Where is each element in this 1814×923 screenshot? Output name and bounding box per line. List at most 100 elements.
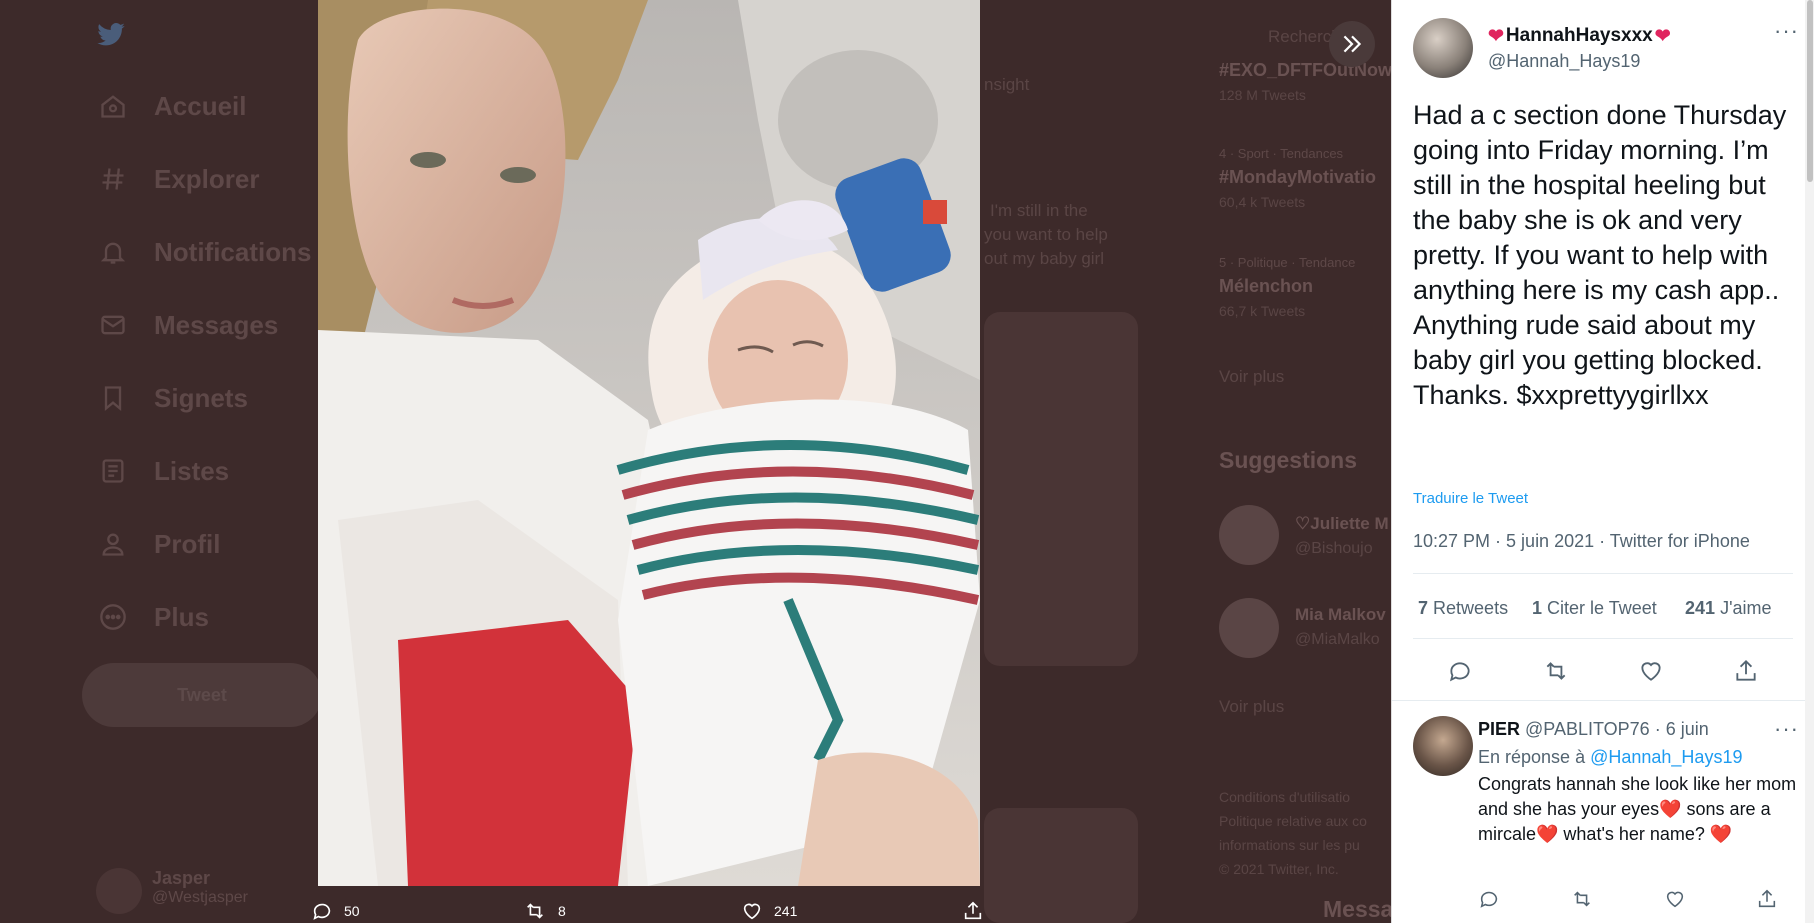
in-reply-to: En réponse à @Hannah_Hays19 [1478, 747, 1742, 768]
reply-count: 50 [344, 903, 360, 919]
in-reply-handle-link[interactable]: @Hannah_Hays19 [1590, 747, 1742, 767]
messages-drawer-title[interactable]: Messa [1323, 896, 1393, 922]
author-name-text: HannahHaysxxx [1505, 25, 1653, 46]
photo-illustration [318, 0, 980, 886]
avatar[interactable] [1219, 505, 1279, 565]
heart-emoji-icon: ❤ [1654, 25, 1671, 47]
tweet-text: Had a c section done Thursday going into… [1413, 100, 1787, 410]
sidebar-item-profil[interactable]: Profil [98, 524, 220, 564]
trend-count: 128 M Tweets [1219, 87, 1306, 103]
see-more-link[interactable]: Voir plus [1219, 694, 1284, 720]
photo-action-bar: 50 8 241 [310, 900, 1000, 923]
tweet-actions [1413, 654, 1793, 688]
sidebar-item-accueil[interactable]: Accueil [98, 86, 247, 126]
retweets-label: Retweets [1433, 598, 1509, 618]
trend-title: #EXO_DFTFOutNow [1219, 60, 1393, 80]
reply-icon[interactable] [1447, 658, 1473, 684]
expand-panel-button[interactable] [1329, 21, 1375, 67]
trend-count: 60,4 k Tweets [1219, 194, 1306, 210]
trend-item[interactable]: #EXO_DFTFOutNow 128 M Tweets [1219, 60, 1392, 103]
share-icon[interactable] [1756, 888, 1778, 910]
likes-label: J'aime [1720, 598, 1772, 618]
avatar[interactable] [1413, 18, 1473, 78]
share-icon [964, 901, 982, 920]
copyright: © 2021 Twitter, Inc. [1219, 861, 1339, 877]
user-icon [98, 529, 128, 559]
suggestion-name[interactable]: Mia Malkov [1295, 605, 1386, 625]
ghost-media-card [984, 808, 1138, 923]
more-options-icon[interactable]: ··· [1774, 18, 1799, 44]
sidebar-item-plus[interactable]: Plus [98, 597, 209, 637]
sidebar-item-notifications[interactable]: Notifications [98, 232, 311, 272]
heart-icon [743, 903, 761, 920]
author-handle[interactable]: @Hannah_Hays19 [1488, 51, 1671, 72]
like-count: 241 [774, 903, 798, 919]
share-icon[interactable] [1733, 658, 1759, 684]
ghost-text: I'm still in the [990, 201, 1088, 220]
quotes-stat[interactable]: 1 Citer le Tweet [1532, 598, 1657, 619]
in-reply-prefix: En réponse à [1478, 747, 1586, 767]
tweet-button[interactable]: Tweet [82, 663, 322, 727]
comment-icon [313, 903, 331, 920]
twitter-logo-icon[interactable] [94, 20, 128, 50]
tweet-photo[interactable] [318, 0, 980, 886]
quotes-label: Citer le Tweet [1547, 598, 1657, 618]
suggestion-name[interactable]: ♡Juliette M [1295, 514, 1389, 534]
tweet-author[interactable]: ❤ HannahHaysxxx ❤ @Hannah_Hays19 [1413, 18, 1671, 78]
retweet-action[interactable]: 8 [522, 900, 566, 922]
suggestions-title: Suggestions [1219, 447, 1358, 473]
like-action[interactable]: 241 [740, 900, 797, 922]
reply-actions [1478, 885, 1778, 913]
sidebar-item-label: Explorer [154, 163, 260, 194]
trend-head: 4 · Sport · Tendances [1219, 146, 1344, 161]
suggestion-handle: @Bishoujo [1295, 540, 1373, 557]
account-name: Jasper [152, 868, 211, 888]
retweet-count: 8 [558, 903, 566, 919]
see-more-link[interactable]: Voir plus [1219, 367, 1284, 387]
ghost-media-card [984, 312, 1138, 666]
reply-text: Congrats hannah she look like her mom an… [1478, 774, 1797, 844]
bookmark-icon [98, 383, 128, 413]
account-switcher[interactable]: Jasper @Westjasper [96, 868, 248, 914]
sidebar-item-messages[interactable]: Messages [98, 305, 278, 345]
footer-link[interactable]: informations sur les pu [1219, 833, 1360, 857]
tweet-meta[interactable]: 10:27 PM · 5 juin 2021 · Twitter for iPh… [1413, 531, 1750, 552]
reply-icon[interactable] [1478, 888, 1500, 910]
likes-stat[interactable]: 241 J'aime [1685, 598, 1772, 619]
footer-link[interactable]: Conditions d'utilisatio [1219, 785, 1350, 809]
translate-link[interactable]: Traduire le Tweet [1413, 490, 1528, 507]
heart-emoji-icon: ❤ [1488, 25, 1504, 47]
like-icon[interactable] [1664, 888, 1686, 910]
reply-author-name[interactable]: PIER [1478, 719, 1520, 739]
reply-date[interactable]: · 6 juin [1655, 719, 1709, 739]
scrollbar[interactable] [1805, 0, 1814, 923]
likes-count: 241 [1685, 598, 1716, 618]
trend-head: 5 · Politique · Tendance [1219, 255, 1356, 270]
bell-icon [98, 237, 128, 267]
reply-author-handle[interactable]: @PABLITOP76 [1525, 719, 1650, 739]
share-action[interactable] [962, 900, 984, 922]
retweets-stat[interactable]: 7 Retweets [1418, 598, 1508, 619]
retweet-icon[interactable] [1542, 658, 1570, 684]
trend-item[interactable]: 4 · Sport · Tendances #MondayMotivatio 6… [1219, 146, 1376, 210]
suggestion-handle: @MiaMalko [1295, 631, 1380, 648]
like-icon[interactable] [1638, 658, 1664, 684]
more-options-icon[interactable]: ··· [1774, 716, 1799, 742]
avatar[interactable] [1219, 598, 1279, 658]
divider [1392, 700, 1814, 701]
footer-link[interactable]: Politique relative aux co [1219, 809, 1367, 833]
more-circle-icon [98, 602, 128, 632]
trend-item[interactable]: 5 · Politique · Tendance Mélenchon 66,7 … [1219, 255, 1355, 319]
trend-title: #MondayMotivatio [1219, 167, 1377, 187]
mail-icon [98, 310, 128, 340]
retweet-icon[interactable] [1570, 888, 1594, 910]
scrollbar-thumb[interactable] [1807, 0, 1813, 182]
divider [1413, 638, 1793, 639]
reply-action[interactable]: 50 [310, 900, 360, 922]
trend-count: 66,7 k Tweets [1219, 303, 1306, 319]
sidebar-item-listes[interactable]: Listes [98, 451, 229, 491]
sidebar-item-explorer[interactable]: Explorer [98, 159, 260, 199]
sidebar-item-signets[interactable]: Signets [98, 378, 248, 418]
avatar[interactable] [1413, 716, 1473, 776]
author-display-name[interactable]: ❤ HannahHaysxxx ❤ [1488, 25, 1671, 48]
